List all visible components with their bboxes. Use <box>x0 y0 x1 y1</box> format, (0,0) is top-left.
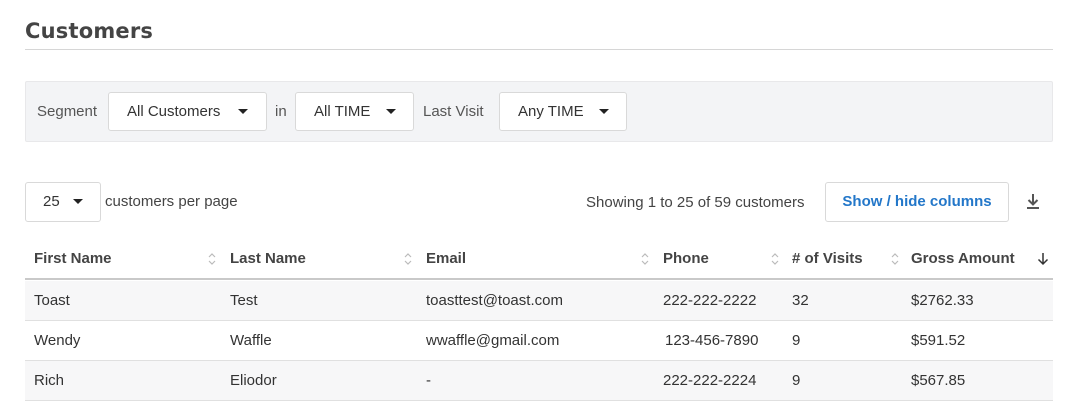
sort-icon[interactable] <box>641 252 649 266</box>
title-divider <box>25 49 1053 50</box>
per-page-value: 25 <box>43 193 60 210</box>
time-range-dropdown[interactable]: All TIME <box>295 92 414 131</box>
last-visit-label: Last Visit <box>423 103 484 120</box>
per-page-label: customers per page <box>105 193 238 210</box>
caret-down-icon <box>599 109 609 114</box>
cell-last-name: Waffle <box>230 332 272 349</box>
cell-visits: 9 <box>792 372 801 389</box>
cell-phone: 222-222-2222 <box>663 292 757 309</box>
cell-phone: 123-456-7890 <box>665 332 759 349</box>
caret-down-icon <box>386 109 396 114</box>
filter-bar: Segment All Customers in All TIME Last V… <box>25 81 1053 142</box>
table-row[interactable]: Toast Test toasttest@toast.com 222-222-2… <box>25 281 1053 321</box>
cell-last-name: Eliodor <box>230 372 277 389</box>
sort-icon[interactable] <box>404 252 412 266</box>
segment-label: Segment <box>37 103 98 120</box>
caret-down-icon <box>73 199 83 204</box>
table-header: First Name Last Name Email Phone # of Vi… <box>25 240 1053 280</box>
cell-visits: 32 <box>792 292 809 309</box>
caret-down-icon <box>238 109 248 114</box>
cell-phone: 222-222-2224 <box>663 372 757 389</box>
cell-first-name: Wendy <box>34 332 81 349</box>
column-header-email[interactable]: Email <box>426 240 466 278</box>
in-label: in <box>275 103 287 120</box>
last-visit-dropdown[interactable]: Any TIME <box>499 92 627 131</box>
show-hide-columns-button[interactable]: Show / hide columns <box>825 182 1009 222</box>
cell-visits: 9 <box>792 332 801 349</box>
sort-icon[interactable] <box>771 252 779 266</box>
column-header-last-name[interactable]: Last Name <box>230 240 306 278</box>
cell-first-name: Toast <box>34 292 70 309</box>
table-row[interactable]: Wendy Waffle wwaffle@gmail.com 123-456-7… <box>25 321 1053 361</box>
cell-email: - <box>426 372 431 389</box>
cell-last-name: Test <box>230 292 258 309</box>
showing-count: Showing 1 to 25 of 59 customers <box>586 194 805 211</box>
segment-value: All Customers <box>127 103 221 120</box>
cell-gross-amount: $591.52 <box>911 332 966 349</box>
sort-icon[interactable] <box>208 252 216 266</box>
page-title: Customers <box>25 19 154 43</box>
column-header-phone[interactable]: Phone <box>663 240 709 278</box>
cell-gross-amount: $567.85 <box>911 372 966 389</box>
column-header-gross-amount[interactable]: Gross Amount <box>911 240 1015 278</box>
column-header-visits[interactable]: # of Visits <box>792 240 863 278</box>
time-range-value: All TIME <box>314 103 371 120</box>
cell-email: wwaffle@gmail.com <box>426 332 560 349</box>
sort-descending-icon[interactable] <box>1036 252 1050 266</box>
table-row[interactable]: Rich Eliodor - 222-222-2224 9 $567.85 <box>25 361 1053 401</box>
column-header-first-name[interactable]: First Name <box>34 240 112 278</box>
last-visit-value: Any TIME <box>518 103 584 120</box>
download-icon[interactable] <box>1024 192 1042 212</box>
sort-icon[interactable] <box>891 252 899 266</box>
cell-first-name: Rich <box>34 372 65 389</box>
per-page-select[interactable]: 25 <box>25 182 101 222</box>
cell-email: toasttest@toast.com <box>426 292 563 309</box>
segment-dropdown[interactable]: All Customers <box>108 92 267 131</box>
cell-gross-amount: $2762.33 <box>911 292 974 309</box>
